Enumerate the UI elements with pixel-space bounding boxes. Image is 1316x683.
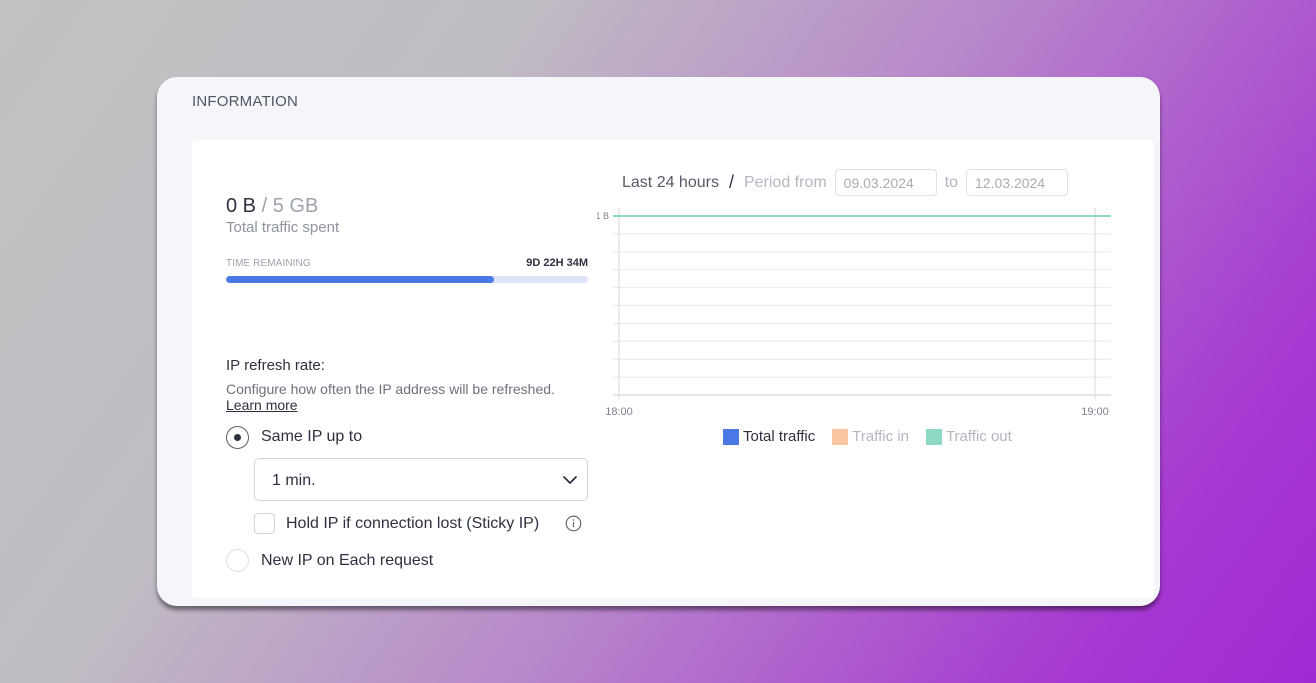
same-ip-radio[interactable] [226, 426, 249, 449]
learn-more-link[interactable]: Learn more [226, 397, 298, 413]
traffic-label: Total traffic spent [226, 219, 340, 236]
sticky-ip-checkbox[interactable] [254, 513, 275, 534]
tab-period-from[interactable]: Period from [744, 174, 827, 192]
legend-swatch [925, 428, 942, 445]
legend-label: Total traffic [743, 428, 816, 445]
refresh-interval-select[interactable]: 1 min. [254, 458, 588, 501]
legend-label: Traffic in [852, 428, 909, 445]
sticky-ip-label[interactable]: Hold IP if connection lost (Sticky IP) [286, 515, 539, 533]
ip-refresh-title: IP refresh rate: [226, 357, 325, 374]
period-to-input[interactable] [966, 169, 1069, 196]
chart-legend: Total traffic Traffic in Traffic out [723, 428, 1029, 445]
refresh-interval-value: 1 min. [272, 472, 316, 489]
chart-x-tick-label: 18:00 [605, 406, 633, 418]
traffic-limit: 5 GB [272, 195, 319, 217]
information-card: INFORMATION 0 B / 5 GB Total traffic spe… [157, 77, 1160, 606]
time-remaining-value: 9D 22H 34M [526, 257, 588, 269]
legend-swatch [832, 428, 849, 445]
same-ip-label[interactable]: Same IP up to [261, 428, 362, 446]
chart-y-tick-label: 1 B [597, 211, 609, 221]
ip-refresh-description-text: Configure how often the IP address will … [226, 381, 555, 397]
traffic-usage: 0 B / 5 GB [226, 195, 318, 218]
legend-item[interactable]: Total traffic [723, 428, 815, 445]
traffic-separator: / [256, 195, 273, 217]
traffic-used: 0 B [226, 195, 257, 217]
chart-x-tick-label: 19:00 [1081, 406, 1109, 418]
time-remaining-label: TIME REMAINING [226, 258, 311, 269]
legend-item[interactable]: Traffic in [832, 428, 909, 445]
period-from-input[interactable] [834, 169, 937, 196]
period-to-label: to [944, 173, 959, 191]
legend-item[interactable]: Traffic out [925, 428, 1012, 445]
time-progress-fill [226, 276, 494, 283]
card-title: INFORMATION [192, 93, 299, 110]
time-progress-bar [226, 276, 588, 283]
info-icon[interactable] [565, 515, 582, 532]
info-panel: 0 B / 5 GB Total traffic spent TIME REMA… [192, 140, 1154, 598]
tab-last-24-hours[interactable]: Last 24 hours [622, 174, 719, 192]
chevron-down-icon [563, 476, 577, 484]
traffic-chart: 1 B 18:00 19:00 [597, 208, 1111, 418]
legend-swatch [723, 428, 739, 445]
period-selector: Last 24 hours / Period from to [622, 169, 1076, 196]
period-slash: / [728, 172, 734, 192]
new-ip-radio[interactable] [226, 549, 249, 572]
ip-refresh-description: Configure how often the IP address will … [226, 381, 556, 413]
new-ip-label[interactable]: New IP on Each request [261, 552, 433, 570]
legend-label: Traffic out [945, 428, 1012, 445]
